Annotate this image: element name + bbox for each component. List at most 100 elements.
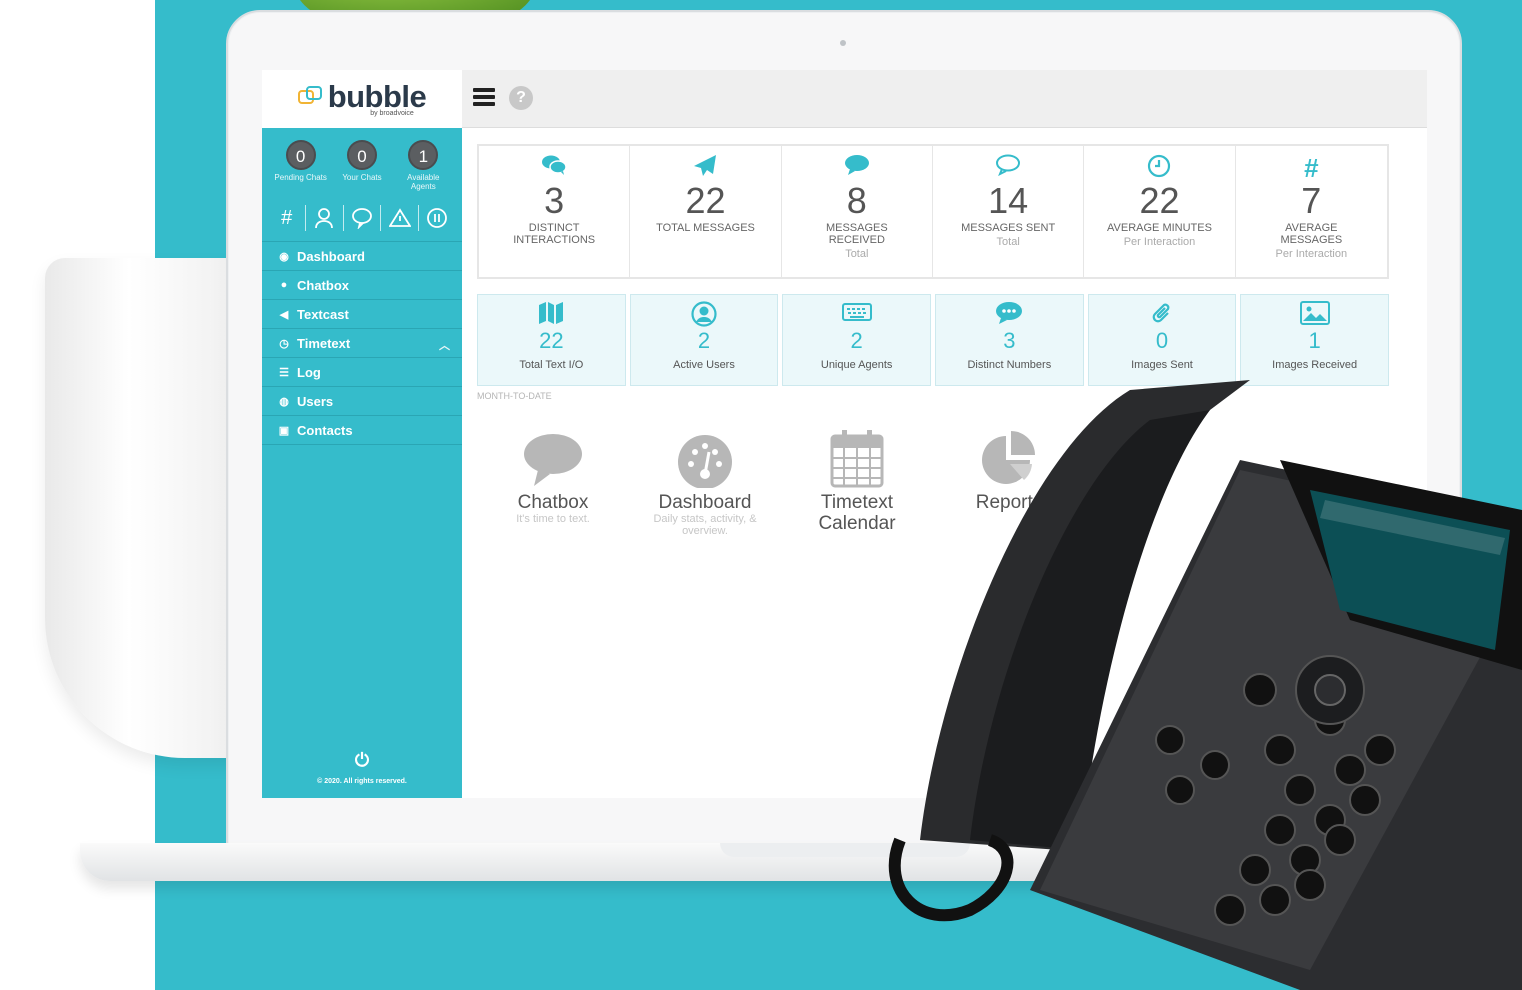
stat-label: DISTINCT INTERACTIONS: [513, 222, 596, 246]
hash-icon[interactable]: #: [272, 203, 302, 233]
laptop-camera: [840, 40, 846, 46]
kpi-value: 2: [697, 328, 711, 353]
shortcut-reports[interactable]: Reports: [933, 426, 1085, 537]
sidebar-item-textcast[interactable]: ◀ Textcast: [262, 300, 462, 329]
counter-value: 1: [408, 140, 439, 170]
stat-sub: Per Interaction: [1123, 236, 1196, 248]
brand-tagline: by broadvoice: [370, 109, 414, 117]
keyboard-icon: [783, 301, 930, 329]
user-icon[interactable]: [309, 203, 339, 233]
sidebar-item-label: Textcast: [297, 306, 349, 322]
kpi-images-sent: 0 Images Sent: [1087, 294, 1237, 386]
shortcut-dashboard[interactable]: Dashboard Daily stats, activity, & overv…: [629, 426, 781, 537]
sidebar-item-log[interactable]: ☰ Log: [262, 358, 462, 387]
stat-label: MESSAGES RECEIVED: [825, 222, 888, 246]
sidebar: 0 Pending Chats 0 Your Chats 1 Available…: [262, 128, 462, 798]
stat-total-messages: 22 TOTAL MESSAGES: [630, 146, 782, 277]
bubble-logo-icon: [297, 85, 324, 108]
kpi-label: Unique Agents: [820, 359, 893, 371]
kpi-value: 1: [1308, 328, 1321, 353]
kpi-unique-agents: 2 Unique Agents: [782, 294, 931, 386]
shortcut-timetext-calendar[interactable]: Timetext Calendar: [781, 426, 933, 537]
shortcut-title: Dashboard: [658, 492, 752, 513]
chevron-up-icon[interactable]: ︿: [439, 337, 450, 353]
question-icon[interactable]: ?: [509, 86, 533, 110]
chat-bubble-icon[interactable]: [347, 203, 377, 233]
top-bar: bubble by broadvoice ?: [262, 70, 1427, 128]
stat-messages-sent: 14 MESSAGES SENT Total: [933, 146, 1085, 277]
shortcut-tiles: Chatbox It's time to text. Dashboard Dai…: [477, 426, 1085, 537]
map-icon: [478, 301, 625, 329]
calendar-icon: [781, 426, 933, 488]
sidebar-item-contacts[interactable]: ▣ Contacts: [262, 416, 462, 445]
dashboard-gauge-icon: [629, 426, 781, 488]
divider: [304, 205, 306, 231]
stat-value: 8: [846, 180, 867, 221]
brand-logo[interactable]: bubble by broadvoice: [262, 70, 462, 128]
counter-pending-chats[interactable]: 0 Pending Chats: [273, 140, 329, 191]
pause-icon[interactable]: [422, 203, 452, 233]
kpi-label: Distinct Numbers: [967, 359, 1052, 371]
sidebar-item-chatbox[interactable]: ● Chatbox: [262, 271, 462, 300]
kpi-distinct-numbers: 3 Distinct Numbers: [935, 294, 1084, 386]
stat-sub: Total: [845, 248, 869, 260]
dashboard-content: 3 DISTINCT INTERACTIONS 22 TOTAL MESSAGE…: [462, 128, 1427, 798]
counter-your-chats[interactable]: 0 Your Chats: [334, 140, 390, 191]
sidebar-menu: ◉ Dashboard ● Chatbox ◀ Textcast ◷ Timet…: [262, 242, 462, 445]
stat-average-messages: # 7 AVERAGE MESSAGES Per Interaction: [1236, 146, 1387, 277]
sidebar-item-label: Dashboard: [297, 248, 365, 264]
shortcut-subtitle: Daily stats, activity, & overview.: [653, 513, 757, 537]
chat-bubble-icon: [477, 426, 629, 488]
hash-icon: #: [1304, 153, 1319, 183]
month-to-date-caption: MONTH-TO-DATE: [477, 391, 552, 401]
hamburger-icon[interactable]: [473, 86, 495, 108]
pie-chart-icon: [933, 426, 1085, 488]
stat-sub: Total: [996, 236, 1020, 248]
stat-value: 22: [685, 180, 726, 221]
stat-value: 7: [1301, 180, 1322, 221]
stat-value: 3: [544, 180, 565, 221]
dashboard-icon: ◉: [279, 250, 289, 263]
stat-label: AVERAGE MINUTES: [1107, 222, 1212, 234]
kpi-label: Active Users: [673, 359, 735, 371]
power-icon[interactable]: ⏻: [262, 750, 462, 771]
warning-icon[interactable]: [385, 203, 415, 233]
stat-messages-received: 8 MESSAGES RECEIVED Total: [782, 146, 933, 277]
sidebar-item-label: Contacts: [297, 422, 353, 438]
stat-average-minutes: 22 AVERAGE MINUTES Per Interaction: [1084, 146, 1236, 277]
divider: [380, 205, 382, 231]
stat-label: AVERAGE MESSAGES: [1280, 222, 1343, 246]
sidebar-item-timetext[interactable]: ◷ Timetext ︿: [262, 329, 462, 358]
counter-value: 0: [285, 140, 316, 170]
counter-label: Pending Chats: [274, 173, 327, 182]
paper-plane-icon: [630, 154, 780, 182]
sidebar-item-label: Log: [297, 364, 321, 380]
sidebar-item-label: Timetext: [297, 335, 351, 351]
user-circle-icon: ◍: [279, 395, 289, 408]
clock-icon: [1084, 154, 1234, 182]
sidebar-item-users[interactable]: ◍ Users: [262, 387, 462, 416]
kpi-label: Images Received: [1272, 359, 1358, 371]
chat-bubble-icon: [782, 154, 932, 182]
paperclip-icon: [1089, 301, 1236, 329]
month-to-date-stats: 22 Total Text I/O 2 Active Users 2 Uniqu…: [477, 294, 1389, 386]
counter-available-agents[interactable]: 1 Available Agents: [395, 140, 451, 191]
chat-dots-icon: [936, 301, 1083, 329]
laptop-notch: [720, 843, 970, 857]
sidebar-item-dashboard[interactable]: ◉ Dashboard: [262, 242, 462, 271]
counter-label: Your Chats: [342, 173, 382, 182]
stat-distinct-interactions: 3 DISTINCT INTERACTIONS: [479, 146, 631, 277]
brand-name: bubble: [327, 78, 427, 114]
clock-icon: ◷: [279, 337, 289, 350]
sidebar-item-label: Users: [297, 393, 334, 409]
shortcut-chatbox[interactable]: Chatbox It's time to text.: [477, 426, 629, 537]
shortcut-subtitle: It's time to text.: [516, 513, 590, 525]
kpi-value: 2: [850, 328, 863, 353]
image-icon: [1241, 301, 1388, 329]
shortcut-title: Reports: [975, 492, 1043, 513]
kpi-active-users: 2 Active Users: [629, 294, 779, 386]
summary-stats: 3 DISTINCT INTERACTIONS 22 TOTAL MESSAGE…: [477, 144, 1389, 279]
counter-label: Available Agents: [407, 173, 440, 191]
user-circle-icon: [631, 301, 778, 329]
chat-bubbles-icon: [479, 154, 629, 182]
